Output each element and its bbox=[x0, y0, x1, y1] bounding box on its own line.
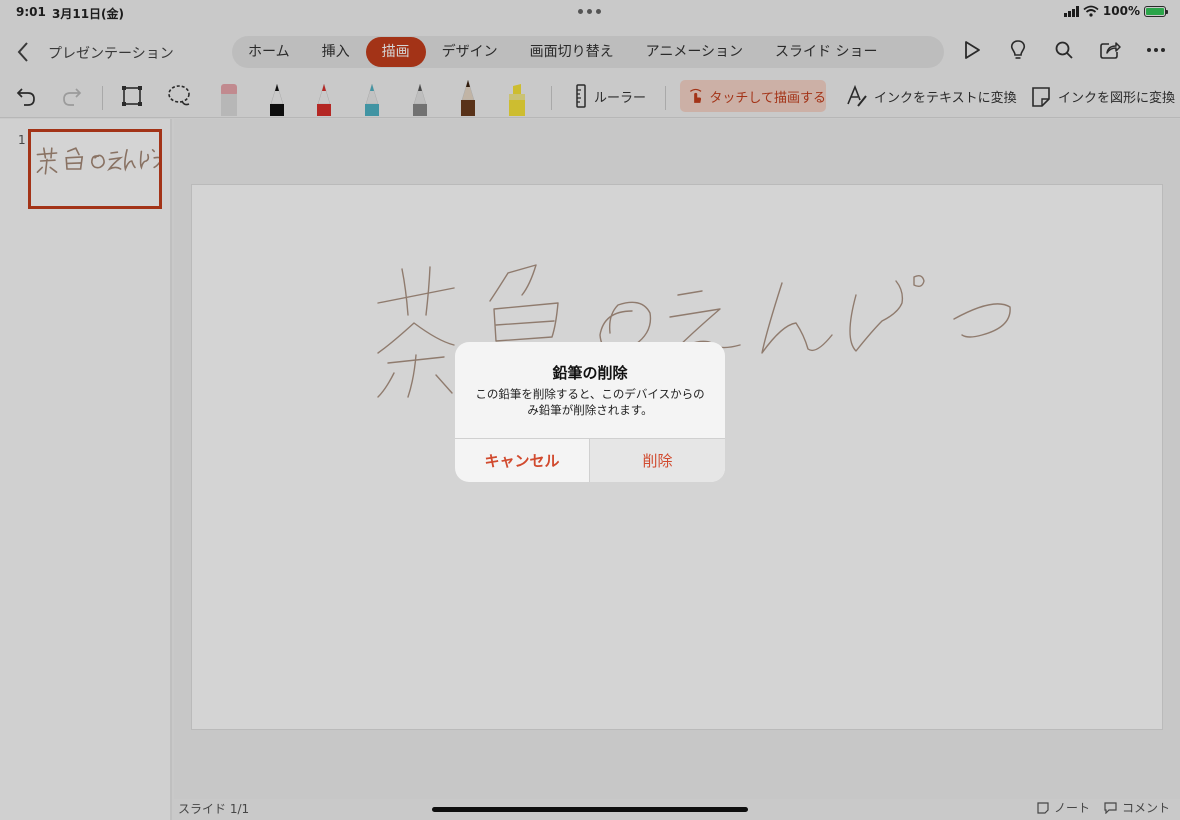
dialog-title: 鉛筆の削除 bbox=[552, 364, 628, 382]
dialog-buttons: キャンセル 削除 bbox=[455, 438, 725, 482]
dialog-message: この鉛筆を削除すると、このデバイスからのみ鉛筆が削除されます。 bbox=[475, 387, 705, 417]
cancel-button[interactable]: キャンセル bbox=[455, 439, 590, 482]
delete-button[interactable]: 削除 bbox=[590, 439, 725, 482]
delete-pencil-dialog: 鉛筆の削除 この鉛筆を削除すると、このデバイスからのみ鉛筆が削除されます。 キャ… bbox=[455, 342, 725, 482]
